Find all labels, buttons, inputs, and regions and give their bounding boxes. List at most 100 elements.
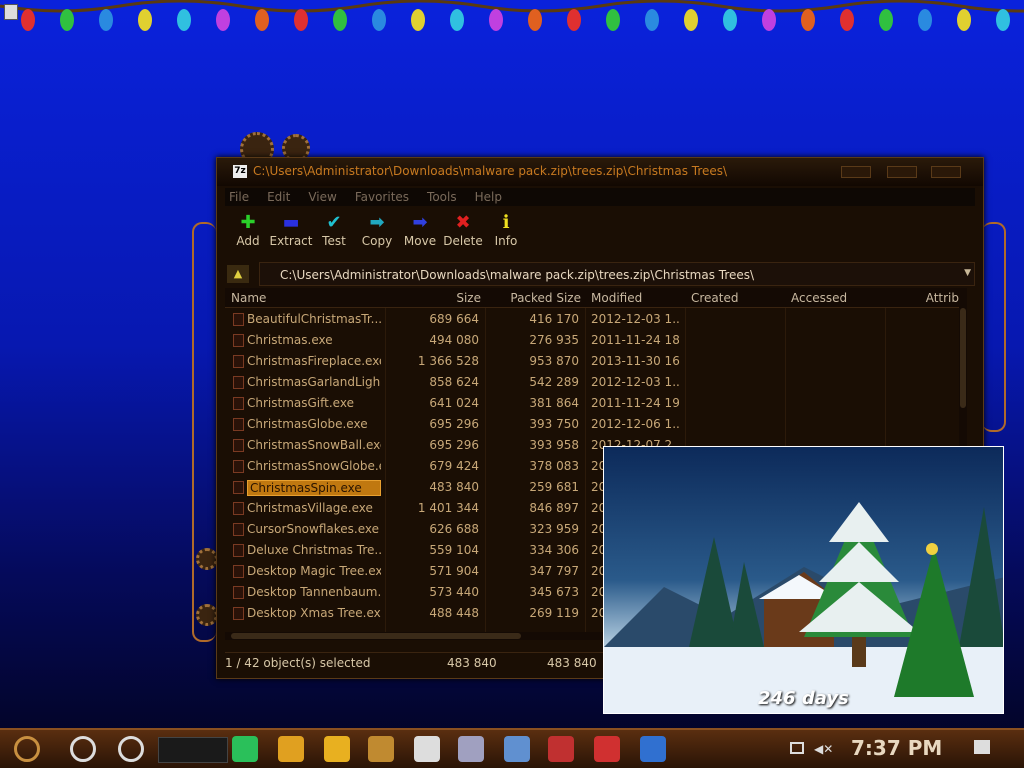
table-row[interactable]: ChristmasGlobe.exe 695 296 393 750 2012-12-… bbox=[225, 414, 967, 435]
shield-icon[interactable] bbox=[640, 736, 666, 762]
desktop-file-icon[interactable] bbox=[4, 4, 18, 20]
taskbar: ◀✕ 7:37 PM bbox=[0, 728, 1024, 768]
light-bulb bbox=[333, 9, 347, 31]
light-bulb bbox=[99, 9, 113, 31]
menu-item-edit[interactable]: Edit bbox=[263, 190, 290, 204]
menu-item-view[interactable]: View bbox=[304, 190, 336, 204]
maximize-button[interactable] bbox=[887, 166, 917, 178]
info-icon: ℹ bbox=[502, 212, 510, 233]
table-row[interactable]: BeautifulChristmasTr... 689 664 416 170 201… bbox=[225, 309, 967, 330]
address-input[interactable]: C:\Users\Administrator\Downloads\malware… bbox=[259, 262, 975, 286]
toolbar-label: Extract bbox=[269, 234, 313, 248]
chat-app-icon[interactable] bbox=[232, 736, 258, 762]
chevron-down-icon[interactable]: ▼ bbox=[964, 268, 971, 278]
table-row[interactable]: ChristmasFireplace.exe 1 366 528 953 870 20… bbox=[225, 351, 967, 372]
file-name: ChristmasGlobe.exe bbox=[247, 417, 368, 431]
column-header-accessed[interactable]: Accessed bbox=[791, 291, 847, 305]
tray-volume-icon[interactable]: ◀✕ bbox=[814, 742, 833, 756]
7zip-app-icon: 7z bbox=[233, 165, 247, 178]
menu-item-file[interactable]: File bbox=[225, 190, 249, 204]
file-icon bbox=[233, 523, 244, 536]
column-header-modified[interactable]: Modified bbox=[591, 291, 642, 305]
cortana-circle-icon[interactable] bbox=[70, 736, 96, 762]
installer-icon[interactable] bbox=[504, 736, 530, 762]
test-button[interactable]: ✔ Test bbox=[311, 212, 357, 248]
start-icon[interactable] bbox=[14, 736, 40, 762]
move-arrow-icon: ➡ bbox=[412, 212, 428, 233]
file-size: 626 688 bbox=[429, 522, 479, 536]
file-name: CursorSnowflakes.exe bbox=[247, 522, 379, 536]
file-name: ChristmasGift.exe bbox=[247, 396, 354, 410]
file-icon bbox=[233, 397, 244, 410]
christmas-countdown-widget[interactable]: 246 days bbox=[603, 446, 1004, 714]
file-packed-size: 846 897 bbox=[529, 501, 579, 515]
toolbar-label: Delete bbox=[443, 234, 483, 248]
tray-network-icon[interactable] bbox=[790, 742, 804, 754]
winter-scene bbox=[604, 502, 1003, 713]
file-packed-size: 393 750 bbox=[529, 417, 579, 431]
file-packed-size: 953 870 bbox=[529, 354, 579, 368]
file-packed-size: 334 306 bbox=[529, 543, 579, 557]
file-name: ChristmasSnowGlobe.e... bbox=[247, 459, 381, 473]
clock[interactable]: 7:37 PM bbox=[851, 736, 942, 760]
table-row[interactable]: Christmas.exe 494 080 276 935 2011-11-24 18… bbox=[225, 330, 967, 351]
file-packed-size: 276 935 bbox=[529, 333, 579, 347]
light-bulb bbox=[528, 9, 542, 31]
file-size: 695 296 bbox=[429, 438, 479, 452]
file-size: 858 624 bbox=[429, 375, 479, 389]
photo-app-icon[interactable] bbox=[368, 736, 394, 762]
table-row[interactable]: ChristmasGarlandLigh... 858 624 542 289 201… bbox=[225, 372, 967, 393]
file-packed-size: 269 119 bbox=[529, 606, 579, 620]
folder-up-icon[interactable]: ▲ bbox=[227, 265, 249, 283]
close-button[interactable] bbox=[931, 166, 961, 178]
light-bulb bbox=[996, 9, 1010, 31]
file-packed-size: 378 083 bbox=[529, 459, 579, 473]
file-explorer-icon[interactable] bbox=[324, 736, 350, 762]
file-icon bbox=[233, 502, 244, 515]
add-button[interactable]: ✚ Add bbox=[225, 212, 271, 248]
gear-icon bbox=[196, 548, 218, 570]
christmas-lights-garland bbox=[0, 0, 1024, 40]
chat-bubble-icon[interactable] bbox=[594, 736, 620, 762]
delete-button[interactable]: ✖ Delete bbox=[440, 212, 486, 248]
file-size: 1 401 344 bbox=[417, 501, 479, 515]
minimize-button[interactable] bbox=[841, 166, 871, 178]
file-icon bbox=[233, 460, 244, 473]
notifications-icon[interactable] bbox=[974, 740, 990, 754]
column-header-packed-size[interactable]: Packed Size bbox=[510, 291, 581, 305]
file-icon bbox=[233, 481, 244, 494]
tools-icon[interactable] bbox=[458, 736, 484, 762]
file-name: Desktop Magic Tree.exe bbox=[247, 564, 381, 578]
search-box[interactable] bbox=[158, 737, 228, 763]
file-modified: 2012-12-06 1... bbox=[591, 417, 681, 431]
column-header-size[interactable]: Size bbox=[456, 291, 481, 305]
extract-button[interactable]: ▬ Extract bbox=[268, 212, 314, 248]
column-header-name[interactable]: Name bbox=[231, 291, 266, 305]
light-bulb bbox=[216, 9, 230, 31]
column-header-created[interactable]: Created bbox=[691, 291, 739, 305]
light-bulb bbox=[957, 9, 971, 31]
table-row[interactable]: ChristmasGift.exe 641 024 381 864 2011-11-2… bbox=[225, 393, 967, 414]
file-icon bbox=[233, 607, 244, 620]
move-button[interactable]: ➡ Move bbox=[397, 212, 443, 248]
title-bar[interactable]: 7z C:\Users\Administrator\Downloads\malw… bbox=[217, 158, 983, 186]
file-name: ChristmasVillage.exe bbox=[247, 501, 373, 515]
copy-button[interactable]: ➡ Copy bbox=[354, 212, 400, 248]
task-view-icon[interactable] bbox=[118, 736, 144, 762]
menu-item-tools[interactable]: Tools bbox=[423, 190, 457, 204]
menu-item-favorites[interactable]: Favorites bbox=[351, 190, 409, 204]
light-bulb bbox=[21, 9, 35, 31]
file-name: ChristmasGarlandLigh... bbox=[247, 375, 381, 389]
light-bulb bbox=[879, 9, 893, 31]
column-header-attrib[interactable]: Attrib bbox=[926, 291, 959, 305]
7zip-icon[interactable] bbox=[414, 736, 440, 762]
info-button[interactable]: ℹ Info bbox=[483, 212, 529, 248]
repair-tools-icon[interactable] bbox=[548, 736, 574, 762]
file-size: 559 104 bbox=[429, 543, 479, 557]
file-icon bbox=[233, 313, 244, 326]
menu-item-help[interactable]: Help bbox=[471, 190, 502, 204]
light-bulb bbox=[177, 9, 191, 31]
file-modified: 2012-12-03 1... bbox=[591, 312, 681, 326]
chrome-icon[interactable] bbox=[278, 736, 304, 762]
column-header-row: Name Size Packed Size Modified Created Access… bbox=[225, 288, 967, 308]
